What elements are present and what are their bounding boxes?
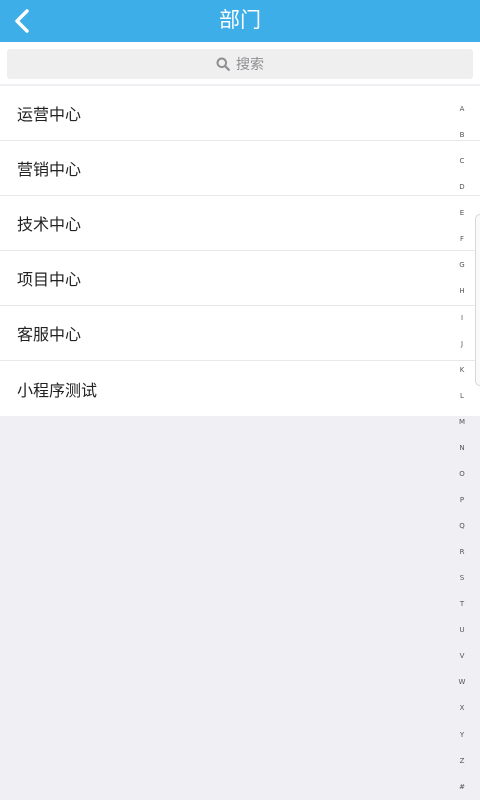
- index-letter[interactable]: I: [448, 305, 476, 331]
- index-letter[interactable]: C: [448, 148, 476, 174]
- index-letter[interactable]: S: [448, 565, 476, 591]
- department-label: 小程序测试: [17, 380, 98, 400]
- index-letter[interactable]: K: [448, 357, 476, 383]
- alphabet-index-bar: A B C D E F G H I J K L M N O P Q R S T …: [448, 96, 476, 800]
- list-item[interactable]: 运营中心: [0, 86, 480, 141]
- department-list: 运营中心 营销中心 技术中心 项目中心 客服中心 小程序测试: [0, 86, 480, 416]
- index-letter[interactable]: Q: [448, 513, 476, 539]
- search-bar: 搜索: [0, 42, 480, 84]
- index-letter[interactable]: L: [448, 383, 476, 409]
- department-label: 客服中心: [17, 325, 82, 344]
- index-letter[interactable]: Z: [448, 748, 476, 774]
- page-title: 部门: [219, 8, 261, 32]
- index-letter[interactable]: R: [448, 539, 476, 565]
- index-letter[interactable]: G: [448, 252, 476, 278]
- search-input[interactable]: 搜索: [7, 49, 473, 79]
- index-letter[interactable]: Y: [448, 722, 476, 748]
- index-letter[interactable]: U: [448, 617, 476, 643]
- index-letter[interactable]: P: [448, 487, 476, 513]
- index-letter[interactable]: B: [448, 122, 476, 148]
- search-icon: [216, 57, 230, 71]
- index-letter[interactable]: X: [448, 695, 476, 721]
- index-letter[interactable]: #: [448, 774, 476, 800]
- department-label: 营销中心: [17, 160, 82, 179]
- index-letter[interactable]: A: [448, 96, 476, 122]
- list-item[interactable]: 营销中心: [0, 141, 480, 196]
- index-letter[interactable]: D: [448, 174, 476, 200]
- index-letter[interactable]: F: [448, 226, 476, 252]
- department-label: 项目中心: [17, 270, 82, 289]
- list-item[interactable]: 技术中心: [0, 196, 480, 251]
- index-letter[interactable]: W: [448, 669, 476, 695]
- index-letter[interactable]: N: [448, 435, 476, 461]
- index-letter[interactable]: O: [448, 461, 476, 487]
- list-item[interactable]: 项目中心: [0, 251, 480, 306]
- index-letter[interactable]: J: [448, 331, 476, 357]
- index-letter[interactable]: T: [448, 591, 476, 617]
- index-letter[interactable]: H: [448, 278, 476, 304]
- list-item[interactable]: 小程序测试: [0, 361, 480, 416]
- department-label: 运营中心: [17, 105, 82, 124]
- list-item[interactable]: 客服中心: [0, 306, 480, 361]
- index-letter[interactable]: E: [448, 200, 476, 226]
- index-letter[interactable]: V: [448, 643, 476, 669]
- search-placeholder: 搜索: [236, 57, 264, 73]
- department-label: 技术中心: [17, 215, 82, 234]
- index-letter[interactable]: M: [448, 409, 476, 435]
- top-nav-bar: 部门: [0, 0, 480, 42]
